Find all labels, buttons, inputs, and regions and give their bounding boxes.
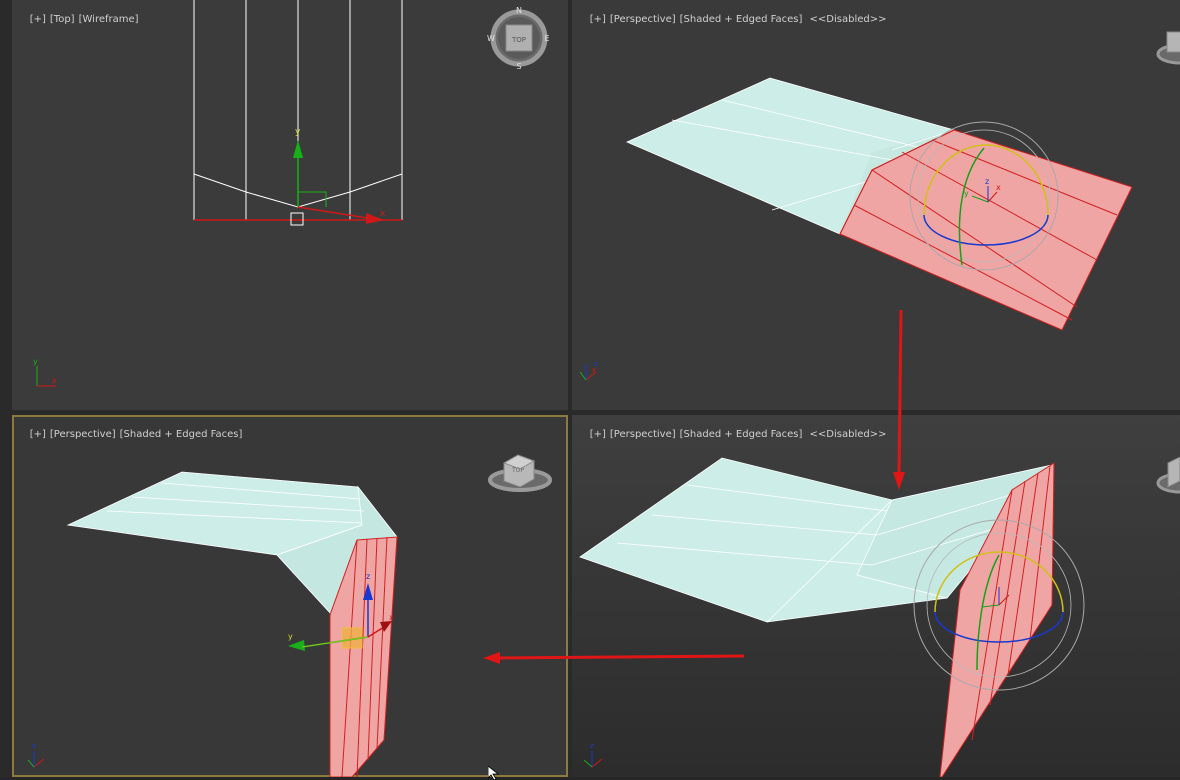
- viewport-shading-label[interactable]: [Shaded + Edged Faces]: [120, 429, 243, 440]
- svg-text:y: y: [288, 632, 293, 641]
- svg-text:x: x: [52, 376, 57, 385]
- viewport-perspective-bottom-right[interactable]: [+] [Perspective] [Shaded + Edged Faces] <…: [572, 415, 1180, 777]
- viewport-label-bl: [+] [Perspective] [Shaded + Edged Faces]: [17, 418, 246, 451]
- viewport-pov-label[interactable]: [Perspective]: [50, 429, 116, 440]
- svg-text:TOP: TOP: [511, 467, 524, 474]
- svg-text:z: z: [985, 177, 989, 186]
- svg-text:y: y: [964, 189, 969, 198]
- svg-text:y: y: [33, 357, 38, 366]
- svg-text:z: z: [594, 360, 598, 368]
- world-axis-tripod-tr: x z: [579, 360, 598, 381]
- viewport-menu-plus[interactable]: [+]: [30, 429, 46, 440]
- viewport-perspective-bottom-left[interactable]: [+] [Perspective] [Shaded + Edged Faces]: [12, 415, 568, 777]
- viewport-menu-plus[interactable]: [+]: [590, 14, 606, 25]
- viewcube-top[interactable]: TOP N S E W: [487, 6, 549, 71]
- mouse-cursor-icon: [488, 766, 500, 780]
- viewport-shading-label[interactable]: [Wireframe]: [79, 14, 139, 25]
- perspective-scene-tr: x z y x z: [579, 31, 1180, 381]
- viewcube-bl[interactable]: TOP: [488, 454, 552, 492]
- world-axis-tripod-top: y x: [33, 357, 57, 387]
- viewport-pov-label[interactable]: [Perspective]: [610, 14, 676, 25]
- viewport-label-tr: [+] [Perspective] [Shaded + Edged Faces] <…: [577, 3, 891, 36]
- svg-text:x: x: [996, 183, 1001, 192]
- viewport-shading-label[interactable]: [Shaded + Edged Faces]: [680, 429, 803, 440]
- viewport-label-br: [+] [Perspective] [Shaded + Edged Faces] <…: [577, 418, 891, 451]
- compass-w: W: [487, 34, 495, 43]
- svg-text:z: z: [366, 572, 370, 581]
- viewcube-tr-partial[interactable]: [1156, 31, 1180, 65]
- viewport-menu-plus[interactable]: [+]: [30, 14, 46, 25]
- svg-text:z: z: [32, 742, 36, 750]
- compass-n: N: [516, 6, 522, 15]
- svg-text:z: z: [590, 742, 594, 750]
- viewport-disabled-label: <<Disabled>>: [809, 14, 887, 25]
- viewport-top-wireframe[interactable]: [+] [Top] [Wireframe] y x y x TOP N S E …: [12, 0, 568, 410]
- move-gizmo-top[interactable]: y x: [290, 127, 386, 226]
- world-axis-tripod-br: z: [583, 742, 603, 768]
- left-panel-strip: [0, 0, 12, 777]
- gizmo-y-label: y: [295, 127, 301, 137]
- viewport-disabled-label: <<Disabled>>: [809, 429, 887, 440]
- viewport-perspective-top-right[interactable]: [+] [Perspective] [Shaded + Edged Faces] <…: [572, 0, 1180, 410]
- viewcube-br-partial[interactable]: [1156, 456, 1180, 494]
- viewcube-face-label: TOP: [511, 36, 526, 44]
- compass-s: S: [516, 62, 521, 71]
- viewport-pov-label[interactable]: [Top]: [50, 14, 75, 25]
- top-wireframe-scene: y x y x TOP N S E W: [33, 0, 550, 387]
- viewport-label-top: [+] [Top] [Wireframe]: [17, 3, 143, 36]
- viewport-shading-label[interactable]: [Shaded + Edged Faces]: [680, 14, 803, 25]
- gizmo-x-label: x: [380, 209, 386, 219]
- perspective-scene-bl: x y z z TOP: [27, 454, 552, 777]
- world-axis-tripod-bl: z: [27, 742, 45, 768]
- compass-e: E: [544, 34, 549, 43]
- svg-text:x: x: [389, 613, 394, 622]
- viewport-menu-plus[interactable]: [+]: [590, 429, 606, 440]
- perspective-scene-br: z: [579, 456, 1180, 777]
- viewport-pov-label[interactable]: [Perspective]: [610, 429, 676, 440]
